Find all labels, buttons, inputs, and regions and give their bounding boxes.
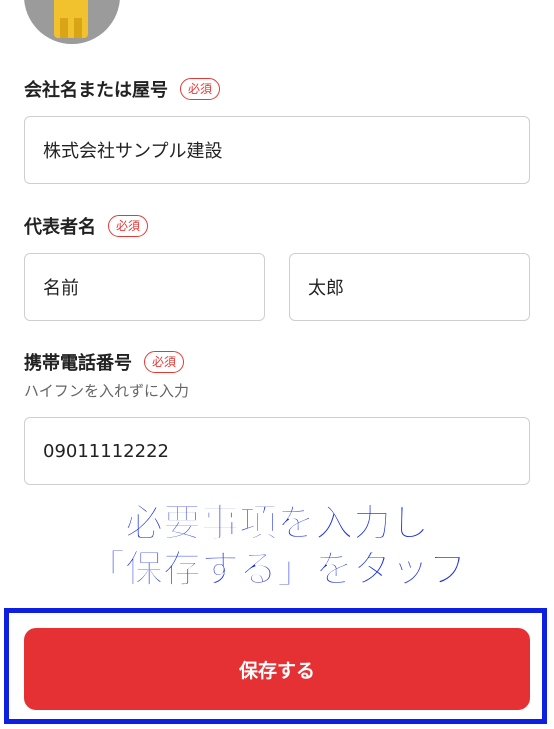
instruction-line-1: 必要事項を入力し <box>124 501 429 546</box>
save-button-label: 保存する <box>238 659 315 682</box>
company-name-value: 株式会社サンプル建設 <box>43 141 223 162</box>
company-name-field[interactable]: 株式会社サンプル建設 <box>24 116 530 184</box>
tiger-mascot-icon <box>54 0 88 38</box>
instruction-line-2: 「保存する」をタップ <box>86 547 467 592</box>
phone-label: 携帯電話番号 <box>24 353 132 374</box>
last-name-value: 名前 <box>43 278 79 299</box>
avatar <box>24 0 120 44</box>
representative-label-row: 代表者名 必須 <box>24 213 149 239</box>
representative-label: 代表者名 <box>24 217 96 238</box>
phone-helper-text: ハイフンを入れずに入力 <box>24 382 190 400</box>
required-badge: 必須 <box>144 351 185 373</box>
first-name-value: 太郎 <box>308 278 344 299</box>
first-name-field[interactable]: 太郎 <box>289 253 530 321</box>
last-name-field[interactable]: 名前 <box>24 253 265 321</box>
company-label: 会社名または屋号 <box>24 80 168 101</box>
save-button[interactable]: 保存する <box>24 628 530 710</box>
company-label-row: 会社名または屋号 必須 <box>24 76 221 102</box>
required-badge: 必須 <box>108 215 149 237</box>
phone-number-value: 09011112222 <box>43 440 169 462</box>
required-badge: 必須 <box>180 78 221 100</box>
phone-number-field[interactable]: 09011112222 <box>24 417 530 485</box>
phone-label-row: 携帯電話番号 必須 <box>24 349 185 375</box>
